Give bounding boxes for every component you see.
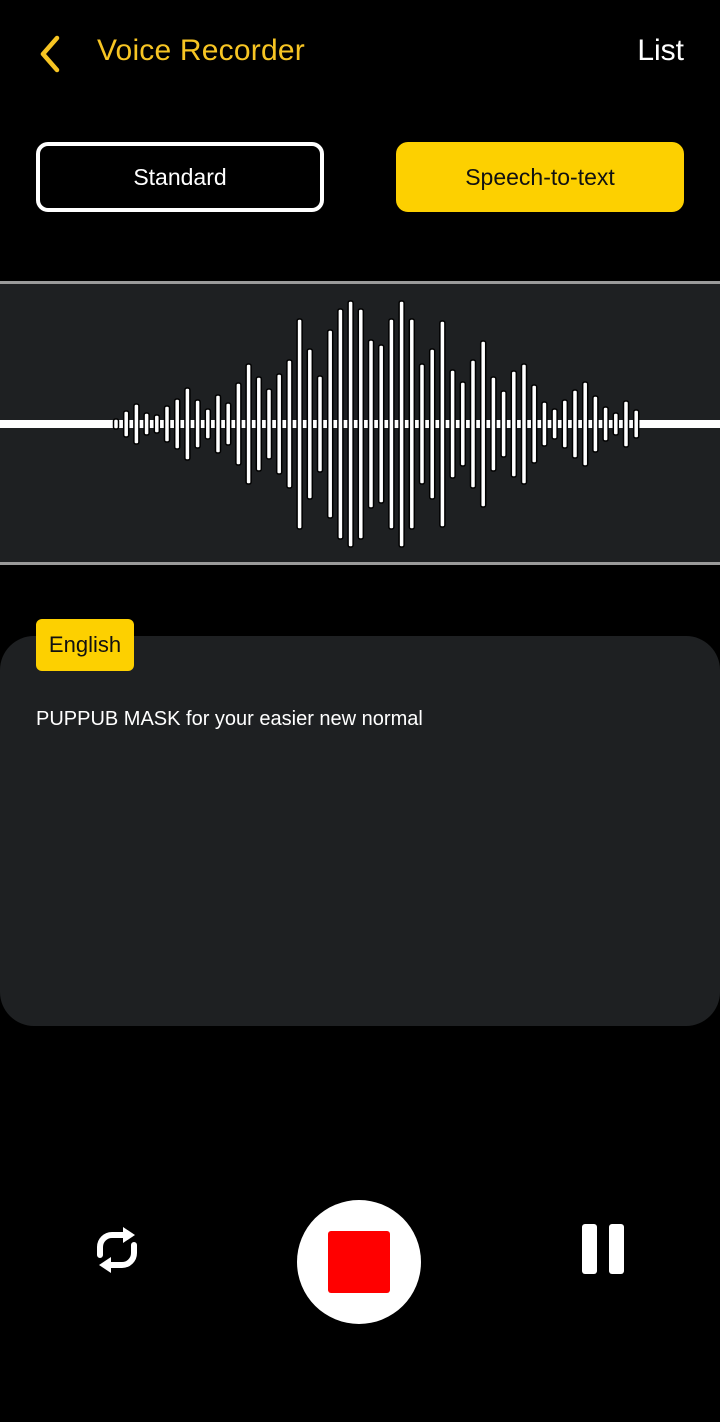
waveform-bar [428,348,436,500]
waveform-bar [357,308,365,540]
waveform-bar [122,410,130,438]
waveform-bar [245,363,252,485]
waveform-bar [561,399,569,449]
waveform-bar [449,369,456,479]
waveform-bar [500,390,507,458]
waveform-bar [286,359,293,489]
waveform-bar [306,348,314,500]
waveform-bar [133,403,140,445]
waveform-bar [316,375,324,473]
waveform-bar [408,318,416,530]
replay-button[interactable] [90,1225,144,1275]
pause-bar-left [582,1224,597,1274]
list-button[interactable]: List [637,34,684,68]
waveform-bar [173,398,181,450]
waveform-bar [235,382,242,466]
waveform-bar [520,363,528,485]
waveform-bar [153,414,161,434]
page-title: Voice Recorder [97,34,305,67]
waveform-panel [0,281,720,565]
pause-button[interactable] [580,1224,626,1276]
waveform-visualizer [0,300,720,548]
stop-button[interactable] [297,1200,421,1324]
waveform-bar [612,412,620,436]
waveform-bar [530,384,538,464]
waveform-bar [398,300,405,548]
waveform-bar [184,387,191,461]
back-button[interactable] [30,30,70,78]
pause-bar-right [609,1224,624,1274]
stop-icon [328,1231,390,1293]
transcript-panel: PUPPUB MASK for your easier new normal [0,636,720,1026]
language-chip[interactable]: English [36,619,134,671]
waveform-bar [347,300,354,548]
waveform-bar [214,394,222,454]
waveform-bar [204,408,212,440]
waveform-bar [143,412,150,436]
app-header: Voice Recorder List [0,0,720,110]
waveform-bar [571,389,579,459]
waveform-bar [479,340,487,508]
transcript-text: PUPPUB MASK for your easier new normal [36,708,423,730]
waveform-bar [551,408,558,440]
waveform-bar [337,308,344,540]
replay-icon [97,1227,137,1273]
waveform-bar [510,370,518,478]
waveform-bar [592,395,599,453]
waveform-bar [326,329,334,519]
waveform-bar [388,318,395,530]
waveform-bar [622,400,630,448]
waveform-bar [602,406,609,442]
waveform-bar [418,363,426,485]
waveform-bar [490,376,497,472]
waveform-bar [632,409,640,439]
mode-speech-to-text-button[interactable]: Speech-to-text [396,142,684,212]
waveform-bar [163,405,171,443]
waveform-bar [112,418,120,430]
chevron-left-icon [40,35,60,73]
waveform-bar [367,339,375,509]
waveform-bar [255,376,263,472]
waveform-bar [194,399,201,449]
waveform-bar [439,320,446,528]
mode-standard-button[interactable]: Standard [36,142,324,212]
waveform-bar [224,402,232,446]
waveform-bar [581,381,589,467]
waveform-bar [459,381,467,467]
waveform-bar [275,373,283,475]
waveform-bar [541,401,548,447]
waveform-bar [377,344,385,504]
waveform-bar [469,359,477,489]
waveform-bar [296,318,303,530]
waveform-bar [265,388,273,460]
